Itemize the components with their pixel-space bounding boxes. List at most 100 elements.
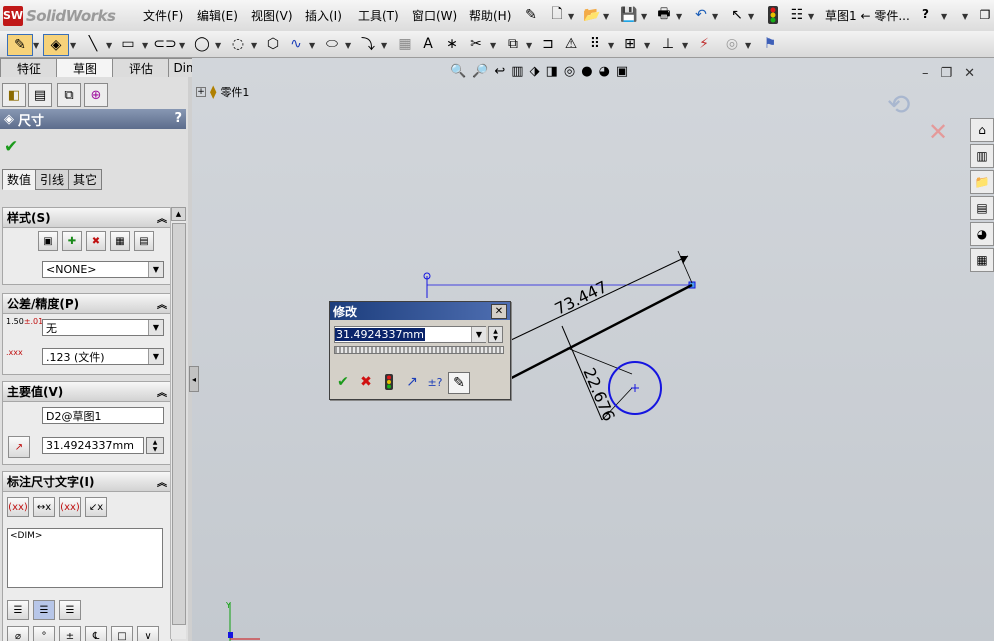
save-dropdown-icon[interactable]: ▼ [641,12,647,21]
plus-minus-symbol-icon[interactable]: ± [59,626,81,641]
save-icon[interactable]: 💾 [620,6,638,24]
collapse-chevron-icon[interactable]: ︽ [157,210,167,225]
arc-icon[interactable]: ◌ [228,34,248,54]
primary-value-group-header[interactable]: 主要值(V) ︽ [3,382,171,402]
style-select[interactable]: <NONE> ▼ [42,261,164,278]
align-right-icon[interactable]: ☰ [59,600,81,620]
scrollbar-thumb[interactable] [172,223,186,625]
menu-view[interactable]: 视图(V) [251,7,293,24]
point-icon[interactable]: ∗ [442,34,462,54]
tolerance-help-icon[interactable]: ±? [425,372,445,392]
relations-dropdown-icon[interactable]: ▼ [682,41,688,50]
rapid-sketch-icon[interactable]: ⚑ [760,34,780,54]
align-center-icon[interactable]: ☰ [33,600,55,620]
rectangle-dropdown-icon[interactable]: ▼ [142,41,148,50]
chevron-down-icon[interactable]: ▼ [148,262,163,277]
trim-dropdown-icon[interactable]: ▼ [490,41,496,50]
offset-text-icon[interactable]: ↙x [85,497,107,517]
spline-dropdown-icon[interactable]: ▼ [309,41,315,50]
tab-other[interactable]: 其它 [68,169,103,190]
dimension-text-long[interactable]: 73.447 [552,277,611,319]
spline-icon[interactable]: ∿ [286,34,306,54]
collapse-chevron-icon[interactable]: ︽ [157,296,167,311]
rectangle-icon[interactable]: ▭ [118,34,138,54]
inspection-dimension-icon[interactable]: (xx) [59,497,81,517]
configuration-manager-icon[interactable]: ⧉ [57,83,81,107]
select-dropdown-icon[interactable]: ▼ [748,12,754,21]
mark-for-drawing-icon[interactable]: ✎ [448,372,470,394]
close-icon[interactable]: ✕ [491,304,507,319]
chevron-down-icon[interactable]: ▼ [471,327,486,342]
menu-dropdown-icon[interactable]: ▼ [962,12,968,21]
solidworks-logo[interactable]: SW SolidWorks [3,4,125,27]
tab-leaders[interactable]: 引线 [35,169,70,190]
style-group-header[interactable]: 样式(S) ︽ [3,208,171,228]
modify-spin-button[interactable]: ▲ ▼ [488,326,503,343]
slot-icon[interactable]: ⊂⊃ [153,34,176,54]
new-dropdown-icon[interactable]: ▼ [568,12,574,21]
scroll-up-icon[interactable]: ▲ [171,207,186,221]
circle-dropdown-icon[interactable]: ▼ [215,41,221,50]
dimxpert-manager-icon[interactable]: ⊕ [84,83,108,107]
fillet-icon[interactable]: ⤵ [358,34,378,54]
precision-select[interactable]: .123 (文件) ▼ [42,348,164,365]
cancel-x-icon[interactable]: ✖ [356,372,376,392]
offset-icon[interactable]: ⊐ [538,34,558,54]
convert-dropdown-icon[interactable]: ▼ [526,41,532,50]
menu-window[interactable]: 窗口(W) [412,7,457,24]
help-dropdown-icon[interactable]: ▼ [941,12,947,21]
sketch-canvas[interactable]: 73.447 22.676 Y [192,58,994,641]
menu-tools[interactable]: 工具(T) [358,7,399,24]
tab-features[interactable]: 特征 [0,58,58,77]
ellipse-dropdown-icon[interactable]: ▼ [345,41,351,50]
ok-checkmark-icon[interactable]: ✔ [4,137,18,157]
move-entities-icon[interactable]: ⊞ [620,34,640,54]
print-dropdown-icon[interactable]: ▼ [676,12,682,21]
align-left-icon[interactable]: ☰ [7,600,29,620]
parentheses-icon[interactable]: (xx) [7,497,29,517]
pin-icon[interactable]: ✎ [522,6,540,24]
property-manager-icon[interactable]: ▤ [28,83,52,107]
menu-edit[interactable]: 编辑(E) [197,7,238,24]
tolerance-select[interactable]: 无 ▼ [42,319,164,336]
mirror-icon[interactable]: ⚠ [561,34,581,54]
plane-icon[interactable]: ▦ [395,34,415,54]
options-icon[interactable]: ☷ [788,6,806,24]
menu-insert[interactable]: 插入(I) [305,7,342,24]
modify-value-input[interactable]: 31.4924337mm [334,326,486,343]
chevron-down-icon[interactable]: ▼ [148,320,163,335]
new-document-icon[interactable]: 🗋 [548,6,566,24]
dimension-dropdown-icon[interactable]: ▼ [70,41,76,50]
options-dropdown-icon[interactable]: ▼ [808,12,814,21]
pattern-dropdown-icon[interactable]: ▼ [608,41,614,50]
reverse-sense-icon[interactable]: ↗ [402,372,422,392]
open-dropdown-icon[interactable]: ▼ [603,12,609,21]
collapse-chevron-icon[interactable]: ︽ [157,474,167,489]
square-symbol-icon[interactable]: □ [111,626,133,641]
center-dimension-icon[interactable]: ↔x [33,497,55,517]
undo-dropdown-icon[interactable]: ▼ [712,12,718,21]
thumbwheel[interactable] [334,346,504,354]
rebuild-traffic-light-icon[interactable] [379,372,399,392]
slot-dropdown-icon[interactable]: ▼ [179,41,185,50]
rebuild-traffic-light-icon[interactable] [764,6,782,24]
help-button[interactable]: ? [174,111,182,126]
load-style-icon[interactable]: ▤ [134,231,154,251]
delete-style-icon[interactable]: ✖ [86,231,106,251]
collapse-chevron-icon[interactable]: ︽ [157,384,167,399]
fillet-dropdown-icon[interactable]: ▼ [381,41,387,50]
text-icon[interactable]: A [418,34,438,54]
tab-value[interactable]: 数值 [2,169,37,190]
value-spin-button[interactable]: ▲ ▼ [146,437,164,454]
sketch-dropdown-icon[interactable]: ▼ [33,41,39,50]
smart-dimension-icon[interactable]: ◈ [43,34,69,56]
trim-icon[interactable]: ✂ [466,34,486,54]
more-symbols-icon[interactable]: ∨ [137,626,159,641]
tab-sketch[interactable]: 草图 [56,58,114,77]
select-arrow-icon[interactable]: ↖ [728,6,746,24]
menu-help[interactable]: 帮助(H) [469,7,511,24]
menu-file[interactable]: 文件(F) [143,7,183,24]
dimension-name-field[interactable]: D2@草图1 [42,407,164,424]
polygon-icon[interactable]: ⬡ [263,34,283,54]
apply-default-style-icon[interactable]: ▣ [38,231,58,251]
